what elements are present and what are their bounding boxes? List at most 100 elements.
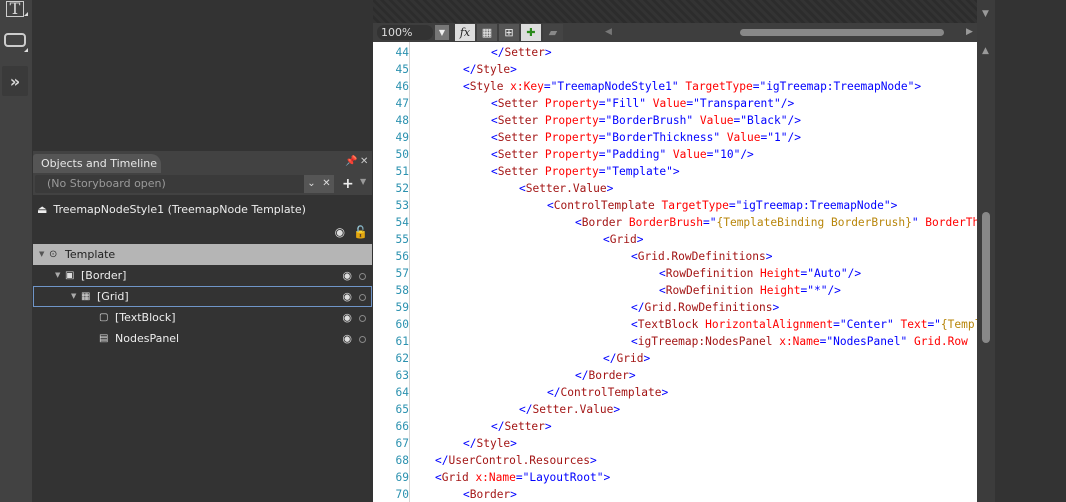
close-storyboard-button[interactable]: ✕ bbox=[319, 175, 334, 193]
tree-item-border[interactable]: ▼ ▣ [Border] ◉ bbox=[33, 265, 372, 286]
code-token: ControlTemplate bbox=[560, 386, 662, 399]
code-line[interactable]: 60 <TextBlock HorizontalAlignment="Center… bbox=[373, 316, 977, 333]
code-line[interactable]: 54 <Border BorderBrush="{TemplateBinding … bbox=[373, 214, 977, 231]
scroll-down-arrow-icon[interactable]: ▼ bbox=[982, 9, 989, 19]
snap-to-snaplines-button[interactable]: ✚ bbox=[521, 24, 541, 41]
code-line[interactable]: 53 <ControlTemplate TargetType="igTreemap… bbox=[373, 197, 898, 214]
eye-icon[interactable]: ◉ bbox=[342, 328, 352, 349]
effects-button[interactable]: fx bbox=[455, 24, 475, 41]
chevron-down-icon[interactable]: ▼ bbox=[360, 177, 366, 186]
code-token: < bbox=[491, 114, 498, 127]
code-line[interactable]: 62 </Grid> bbox=[373, 350, 651, 367]
code-line[interactable]: 46 <Style x:Key="TreemapNodeStyle1" Targe… bbox=[373, 78, 922, 95]
code-line[interactable]: 58 <RowDefinition Height="*"/> bbox=[373, 282, 841, 299]
expand-triangle-icon[interactable]: ▼ bbox=[71, 286, 81, 307]
code-token: Setter.Value bbox=[525, 182, 607, 195]
code-text: <Setter Property="Fill" Value="Transpare… bbox=[491, 95, 794, 112]
text-tool-button[interactable]: T bbox=[2, 0, 28, 18]
lock-dot-icon[interactable] bbox=[359, 336, 366, 343]
code-token: Setter bbox=[497, 131, 539, 144]
pointer-icon bbox=[4, 33, 26, 47]
tree-item-grid[interactable]: ▼ ▦ [Grid] ◉ bbox=[33, 286, 372, 307]
pin-icon[interactable]: 📌 bbox=[345, 156, 357, 167]
code-line[interactable]: 70 <Border> bbox=[373, 486, 517, 502]
code-token: =" bbox=[598, 114, 613, 127]
code-token: Fill bbox=[612, 97, 640, 110]
code-line[interactable]: 47 <Setter Property="Fill" Value="Transpa… bbox=[373, 95, 795, 112]
code-line[interactable]: 45 </Style> bbox=[373, 61, 517, 78]
code-line[interactable]: 69 <Grid x:Name="LayoutRoot"> bbox=[373, 469, 611, 486]
eye-icon[interactable]: ◉ bbox=[342, 286, 352, 307]
code-token: </ bbox=[575, 369, 589, 382]
line-number: 52 bbox=[395, 182, 409, 195]
code-token: "/> bbox=[780, 114, 801, 127]
scope-up-icon[interactable]: ⏏ bbox=[37, 203, 47, 216]
expand-triangle-icon[interactable]: ▼ bbox=[55, 265, 65, 286]
code-token: Auto bbox=[813, 267, 841, 280]
lock-dot-icon[interactable] bbox=[359, 315, 366, 322]
code-token: </ bbox=[463, 63, 477, 76]
vertical-scrollbar[interactable]: ▼ ▲ bbox=[977, 0, 995, 502]
code-token: BorderBrush bbox=[612, 114, 687, 127]
scroll-up-arrow-icon[interactable]: ▲ bbox=[982, 46, 989, 56]
code-line[interactable]: 55 <Grid> bbox=[373, 231, 644, 248]
code-token: </ bbox=[631, 301, 645, 314]
code-line[interactable]: 44 </Setter> bbox=[373, 44, 552, 61]
storyboard-dropdown-button[interactable]: ⌄ bbox=[304, 175, 319, 193]
lock-icon[interactable]: 🔓 bbox=[353, 225, 368, 239]
zoom-dropdown-button[interactable]: ▼ bbox=[435, 25, 449, 40]
eye-icon[interactable]: ◉ bbox=[342, 307, 352, 328]
code-token: Border bbox=[588, 369, 629, 382]
new-storyboard-button[interactable]: + bbox=[342, 175, 354, 193]
code-token: =" bbox=[733, 114, 748, 127]
lock-dot-icon[interactable] bbox=[359, 273, 366, 280]
lock-dot-icon[interactable] bbox=[359, 294, 366, 301]
code-line[interactable]: 51 <Setter Property="Template"> bbox=[373, 163, 680, 180]
zoom-input[interactable]: 100% bbox=[377, 25, 433, 40]
scroll-left-arrow-icon[interactable]: ◀ bbox=[605, 27, 612, 37]
code-token: "/> bbox=[733, 148, 754, 161]
code-token: Property bbox=[538, 165, 599, 178]
eye-icon[interactable]: ◉ bbox=[342, 265, 352, 286]
code-line[interactable]: 52 <Setter.Value> bbox=[373, 180, 614, 197]
tree-item-nodespanel[interactable]: ▤ NodesPanel ◉ bbox=[33, 328, 372, 349]
code-line[interactable]: 59 </Grid.RowDefinitions> bbox=[373, 299, 780, 316]
eye-icon[interactable]: ◉ bbox=[335, 225, 345, 239]
code-line[interactable]: 61 <igTreemap:NodesPanel x:Name="NodesPan… bbox=[373, 333, 968, 350]
snap-to-grid-button[interactable]: ⊞ bbox=[499, 24, 519, 41]
code-line[interactable]: 68 </UserControl.Resources> bbox=[373, 452, 597, 469]
code-token: =" bbox=[800, 284, 814, 297]
close-icon[interactable]: ✕ bbox=[360, 156, 368, 167]
tree-item-template[interactable]: ▼ ⊙ Template bbox=[33, 244, 372, 265]
code-line[interactable]: 56 <Grid.RowDefinitions> bbox=[373, 248, 773, 265]
annotations-button[interactable]: ▰ bbox=[543, 24, 563, 41]
code-line[interactable]: 49 <Setter Property="BorderThickness" Val… bbox=[373, 129, 801, 146]
storyboard-picker[interactable]: (No Storyboard open) bbox=[35, 175, 331, 193]
code-line[interactable]: 67 </Style> bbox=[373, 435, 517, 452]
xaml-code-editor[interactable]: 44 </Setter> 45 </Style> 46 <Style x:Key="Tre… bbox=[373, 42, 977, 502]
show-grid-button[interactable]: ▦ bbox=[477, 24, 497, 41]
code-line[interactable]: 48 <Setter Property="BorderBrush" Value="… bbox=[373, 112, 801, 129]
tree-item-textblock[interactable]: ▢ [TextBlock] ◉ bbox=[33, 307, 372, 328]
expand-triangle-icon[interactable]: ▼ bbox=[39, 244, 49, 265]
code-token: ControlTemplate bbox=[553, 199, 655, 212]
code-line[interactable]: 65 </Setter.Value> bbox=[373, 401, 621, 418]
code-line[interactable]: 57 <RowDefinition Height="Auto"/> bbox=[373, 265, 862, 282]
code-token: " bbox=[887, 318, 894, 331]
line-number: 58 bbox=[395, 284, 409, 297]
scope-label: TreemapNodeStyle1 (TreemapNode Template) bbox=[53, 203, 306, 216]
vertical-scrollbar-thumb[interactable] bbox=[982, 212, 990, 343]
direct-select-tool-button[interactable] bbox=[2, 26, 28, 54]
panel-title[interactable]: Objects and Timeline bbox=[33, 154, 161, 173]
code-line[interactable]: 66 </Setter> bbox=[373, 418, 552, 435]
code-token: < bbox=[491, 97, 498, 110]
code-line[interactable]: 64 </ControlTemplate> bbox=[373, 384, 669, 401]
code-line[interactable]: 63 </Border> bbox=[373, 367, 636, 384]
code-line[interactable]: 50 <Setter Property="Padding" Value="10"/… bbox=[373, 146, 754, 163]
scroll-right-arrow-icon[interactable]: ▶ bbox=[966, 27, 973, 37]
horizontal-scrollbar-thumb[interactable] bbox=[740, 29, 944, 36]
code-token: > bbox=[643, 352, 651, 365]
template-scope[interactable]: ⏏ TreemapNodeStyle1 (TreemapNode Templat… bbox=[37, 203, 306, 216]
expand-assets-button[interactable]: » bbox=[2, 66, 28, 96]
code-token: </ bbox=[519, 403, 533, 416]
